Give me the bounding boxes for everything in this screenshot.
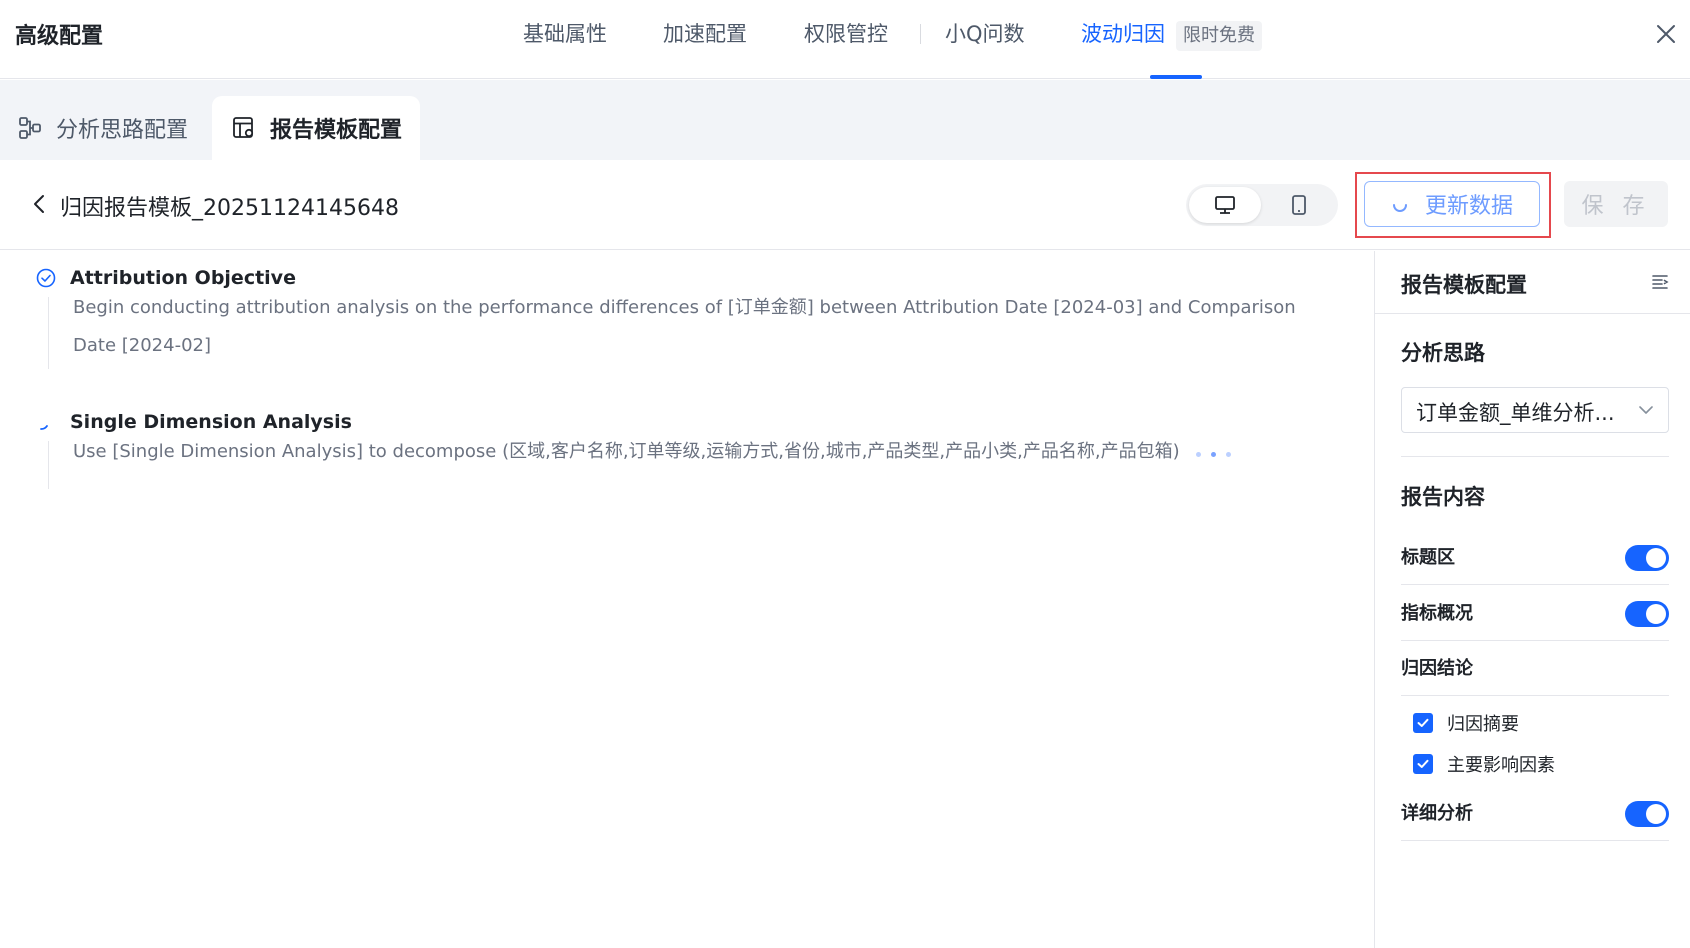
check-main-factors[interactable]: 主要影响因素: [1413, 749, 1555, 779]
checkbox[interactable]: [1413, 713, 1433, 733]
check-label: 主要影响因素: [1447, 755, 1555, 776]
template-toolbar: 归因报告模板_20251124145648 更新数据 保 存: [0, 160, 1690, 250]
row-label: 详细分析: [1401, 803, 1473, 824]
panel-header: 报告模板配置: [1375, 251, 1690, 314]
tab-fluctuation-attribution[interactable]: 波动归因: [1081, 18, 1165, 48]
step-connector: [48, 441, 49, 489]
subtab-report-label: 报告模板配置: [270, 118, 403, 143]
row-label: 指标概况: [1401, 603, 1473, 624]
detailed-analysis-toggle[interactable]: [1625, 801, 1669, 827]
mobile-icon: [1292, 195, 1306, 215]
device-switch: [1186, 184, 1338, 226]
title-area-toggle[interactable]: [1625, 545, 1669, 571]
row-metric-overview: 指标概况: [1401, 585, 1669, 641]
chevron-left-icon: [34, 195, 44, 213]
panel-title: 报告模板配置: [1401, 273, 1527, 297]
metric-overview-toggle[interactable]: [1625, 601, 1669, 627]
tab-acceleration-config[interactable]: 加速配置: [663, 18, 747, 48]
template-icon: [232, 116, 256, 140]
checkmark-icon: [1417, 718, 1429, 727]
template-name: 归因报告模板_20251124145648: [60, 196, 399, 221]
close-button[interactable]: [1652, 20, 1680, 48]
mobile-view-button[interactable]: [1263, 187, 1335, 223]
tab-xiaoq-query[interactable]: 小Q问数: [945, 18, 1025, 48]
back-button[interactable]: [30, 193, 50, 215]
subtab-analysis-config[interactable]: 分析思路配置: [18, 96, 188, 160]
row-attribution-conclusion: 归因结论: [1401, 640, 1669, 696]
tab-permission-control[interactable]: 权限管控: [804, 18, 888, 48]
chevron-down-icon: [1639, 406, 1653, 414]
tab-divider: [920, 24, 921, 44]
check-attribution-summary[interactable]: 归因摘要: [1413, 708, 1519, 738]
checkmark-icon: [1417, 759, 1429, 768]
step-title: Attribution Objective: [70, 267, 296, 289]
divider: [1401, 695, 1669, 696]
analysis-select-value: 订单金额_单维分析...: [1416, 401, 1615, 425]
sub-tab-bar: 分析思路配置 报告模板配置: [0, 80, 1690, 160]
flow-icon: [18, 116, 42, 140]
row-detailed-analysis: 详细分析: [1401, 785, 1669, 841]
analysis-select[interactable]: 订单金额_单维分析...: [1401, 387, 1669, 433]
divider: [1401, 456, 1669, 457]
update-data-label: 更新数据: [1424, 194, 1513, 219]
step-description: Use [Single Dimension Analysis] to decom…: [73, 433, 1333, 471]
desktop-icon: [1215, 196, 1235, 214]
subtab-analysis-label: 分析思路配置: [56, 118, 189, 143]
loading-dots: [1195, 433, 1241, 471]
step-title: Single Dimension Analysis: [70, 411, 352, 433]
check-label: 归因摘要: [1447, 714, 1519, 735]
desktop-view-button[interactable]: [1189, 187, 1261, 223]
free-badge: 限时免费: [1176, 21, 1262, 51]
row-title-area: 标题区: [1401, 529, 1669, 585]
subtab-report-template[interactable]: 报告模板配置: [212, 96, 420, 160]
row-label: 归因结论: [1401, 658, 1473, 679]
checkbox[interactable]: [1413, 754, 1433, 774]
row-label: 标题区: [1401, 547, 1455, 568]
active-tab-indicator: [1150, 75, 1202, 79]
step-connector: [48, 297, 49, 369]
content-section-title: 报告内容: [1401, 485, 1485, 509]
main-tab-bar: 基础属性 加速配置 权限管控 小Q问数 波动归因 限时免费: [0, 0, 1690, 79]
check-circle-icon: [36, 268, 56, 288]
tab-basic-properties[interactable]: 基础属性: [523, 18, 607, 48]
report-preview: Attribution Objective Begin conducting a…: [0, 251, 1374, 948]
analysis-section-title: 分析思路: [1401, 341, 1485, 365]
config-panel: 报告模板配置 分析思路 订单金额_单维分析... 报告内容 标题区 指标概况 归…: [1374, 251, 1690, 948]
divider: [1401, 840, 1669, 841]
save-button[interactable]: 保 存: [1564, 181, 1668, 227]
step-description-text: Use [Single Dimension Analysis] to decom…: [73, 441, 1180, 462]
step-description: Begin conducting attribution analysis on…: [73, 297, 1296, 356]
loading-spinner-icon: [1392, 204, 1407, 212]
close-icon: [1657, 25, 1675, 43]
loading-spinner-icon: [40, 425, 48, 430]
update-data-button[interactable]: 更新数据: [1364, 181, 1540, 227]
top-header: 高级配置 基础属性 加速配置 权限管控 小Q问数 波动归因 限时免费: [0, 0, 1690, 79]
collapse-menu-icon[interactable]: [1651, 273, 1669, 291]
